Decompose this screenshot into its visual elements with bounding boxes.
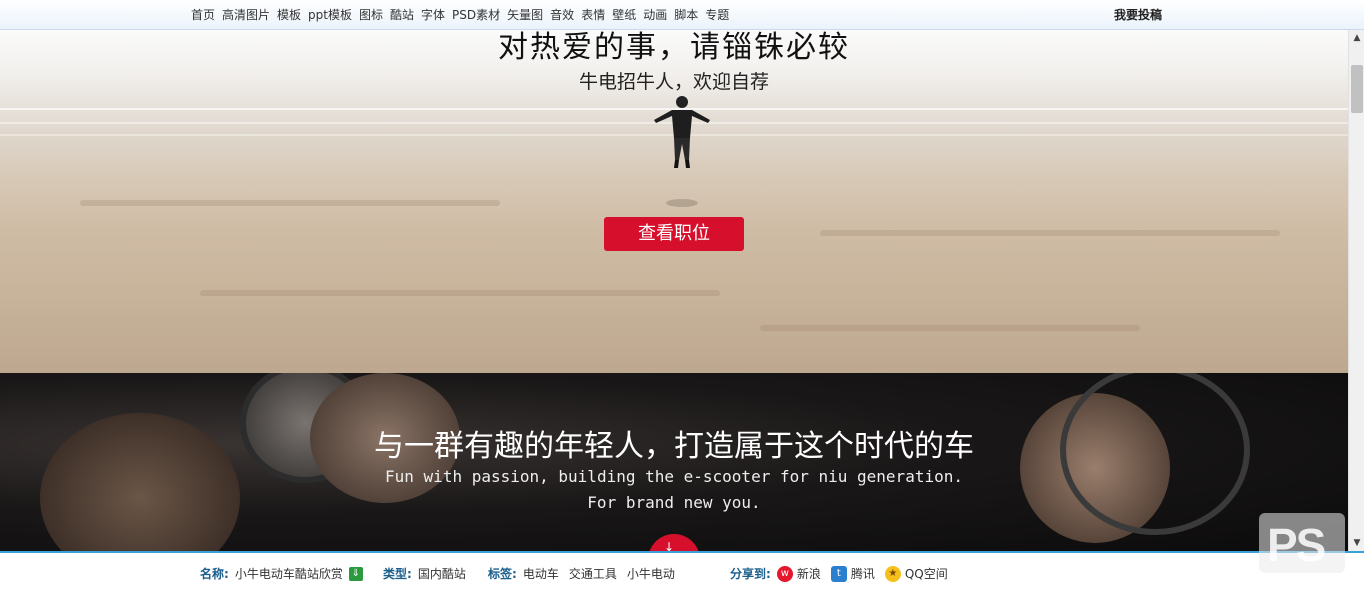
nav-link-hd-images[interactable]: 高清图片 xyxy=(222,7,270,23)
scroll-up-arrow-icon[interactable]: ▲ xyxy=(1349,30,1364,46)
tags-row: 标签: 电动车 交通工具 小牛电动 xyxy=(488,566,685,582)
weibo-icon[interactable]: w xyxy=(776,566,793,582)
nav-link-sound-effects[interactable]: 音效 xyxy=(550,7,574,23)
nav-link-templates[interactable]: 模板 xyxy=(277,7,301,23)
nav-link-emoticons[interactable]: 表情 xyxy=(581,7,605,23)
share-label: 分享到: xyxy=(730,567,771,581)
tag-link[interactable]: 电动车 xyxy=(523,566,559,582)
qzone-icon[interactable]: ★ xyxy=(884,566,901,582)
beach-hero-section: 对热爱的事，请锱铢必较 牛电招牛人，欢迎自荐 查看职位 xyxy=(0,30,1348,373)
nav-link-icons[interactable]: 图标 xyxy=(359,7,383,23)
tags-label: 标签: xyxy=(488,567,517,581)
share-qzone-link[interactable]: QQ空间 xyxy=(905,566,948,582)
nav-link-ppt-templates[interactable]: ppt模板 xyxy=(308,7,352,23)
page-viewport: 对热爱的事，请锱铢必较 牛电招牛人，欢迎自荐 查看职位 与一群有趣的年轻人，打造… xyxy=(0,30,1348,551)
sand-streak xyxy=(820,230,1280,236)
team-section: 与一群有趣的年轻人，打造属于这个时代的车 Fun with passion, b… xyxy=(0,373,1348,551)
name-label: 名称: xyxy=(200,567,229,581)
share-tencent-link[interactable]: 腾讯 xyxy=(851,566,875,582)
site-name-row: 名称: 小牛电动车酷站欣赏 ⇓ xyxy=(200,566,363,582)
nav-link-fonts[interactable]: 字体 xyxy=(421,7,445,23)
sand-streak xyxy=(200,290,720,296)
vertical-scrollbar[interactable]: ▲ ▼ xyxy=(1348,30,1364,551)
nav-link-topics[interactable]: 专题 xyxy=(705,7,729,23)
share-row: 分享到: w 新浪 t 腾讯 ★ QQ空间 xyxy=(730,566,958,582)
tag-link[interactable]: 小牛电动 xyxy=(627,566,675,582)
top-nav: 首页 高清图片 模板 ppt模板 图标 酷站 字体 PSD素材 矢量图 音效 表… xyxy=(191,7,729,23)
scroll-down-icon[interactable]: ↓ xyxy=(648,534,700,551)
ps-watermark-logo: PS xyxy=(1259,513,1345,573)
share-weibo-link[interactable]: 新浪 xyxy=(797,566,821,582)
hero-title: 对热爱的事，请锱铢必较 xyxy=(498,30,850,65)
nav-link-cool-sites[interactable]: 酷站 xyxy=(390,7,414,23)
nav-link-psd[interactable]: PSD素材 xyxy=(452,7,500,23)
download-badge-icon[interactable]: ⇓ xyxy=(348,567,363,581)
type-value[interactable]: 国内酷站 xyxy=(418,566,466,582)
team-english-line-1: Fun with passion, building the e-scooter… xyxy=(385,467,963,486)
name-value[interactable]: 小牛电动车酷站欣赏 xyxy=(235,566,343,582)
bottom-info-bar: 名称: 小牛电动车酷站欣赏 ⇓ 类型: 国内酷站 标签: 电动车 交通工具 小牛… xyxy=(0,551,1364,593)
top-nav-bar: 首页 高清图片 模板 ppt模板 图标 酷站 字体 PSD素材 矢量图 音效 表… xyxy=(0,0,1364,30)
type-label: 类型: xyxy=(383,567,412,581)
nav-link-home[interactable]: 首页 xyxy=(191,7,215,23)
view-jobs-button[interactable]: 查看职位 xyxy=(604,217,744,251)
nav-link-vectors[interactable]: 矢量图 xyxy=(507,7,543,23)
type-row: 类型: 国内酷站 xyxy=(383,566,476,582)
submit-work-link[interactable]: 我要投稿 xyxy=(1114,7,1162,23)
scroll-down-arrow-icon[interactable]: ▼ xyxy=(1349,535,1364,551)
sand-streak xyxy=(760,325,1140,331)
nav-link-scripts[interactable]: 脚本 xyxy=(674,7,698,23)
jumping-person-image xyxy=(654,96,710,207)
tencent-weibo-icon[interactable]: t xyxy=(830,566,847,582)
scrollbar-thumb[interactable] xyxy=(1351,65,1363,113)
sand-streak xyxy=(80,200,500,206)
team-english-line-2: For brand new you. xyxy=(587,493,761,512)
nav-link-wallpapers[interactable]: 壁纸 xyxy=(612,7,636,23)
nav-link-animations[interactable]: 动画 xyxy=(643,7,667,23)
tag-link[interactable]: 交通工具 xyxy=(569,566,617,582)
team-title: 与一群有趣的年轻人，打造属于这个时代的车 xyxy=(374,429,974,464)
